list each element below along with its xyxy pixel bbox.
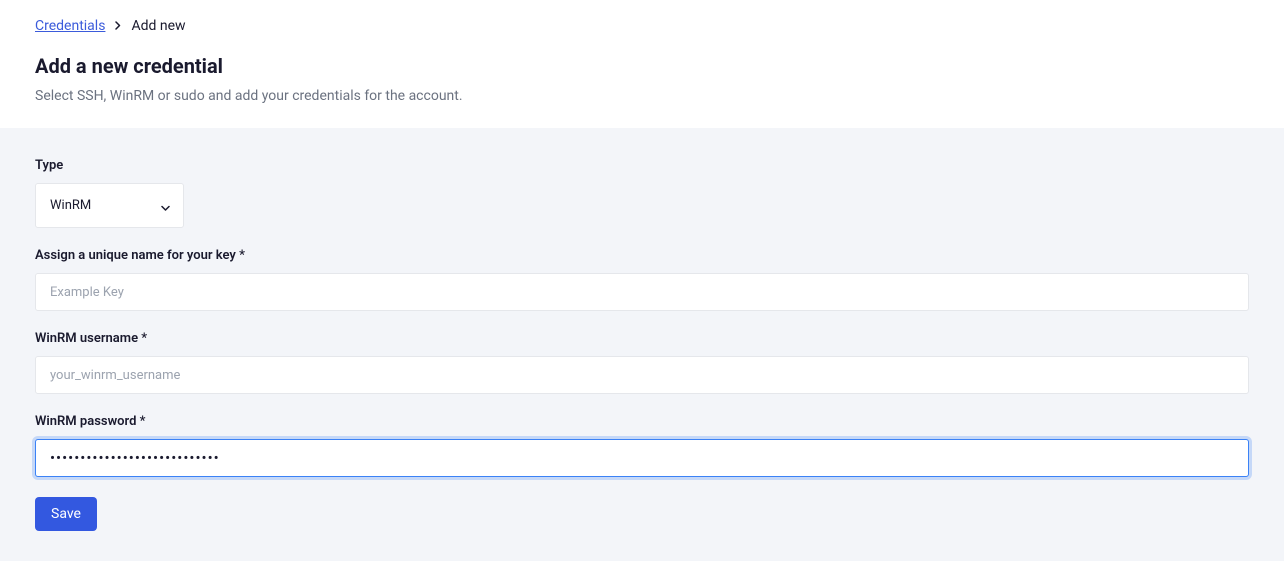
type-select-wrapper: WinRM — [35, 183, 184, 228]
page-title: Add a new credential — [35, 54, 1249, 78]
password-input[interactable] — [35, 439, 1249, 477]
username-group: WinRM username * — [35, 331, 1249, 394]
name-label: Assign a unique name for your key * — [35, 248, 1249, 263]
password-label: WinRM password * — [35, 414, 1249, 429]
name-group: Assign a unique name for your key * — [35, 248, 1249, 311]
breadcrumb-current: Add new — [131, 18, 185, 34]
username-label: WinRM username * — [35, 331, 1249, 346]
chevron-right-icon — [115, 21, 121, 32]
save-button[interactable]: Save — [35, 497, 97, 531]
type-label: Type — [35, 158, 1249, 173]
credential-form: Type WinRM Assign a unique name for your… — [0, 128, 1284, 561]
username-input[interactable] — [35, 356, 1249, 394]
name-input[interactable] — [35, 273, 1249, 311]
page-header: Credentials Add new Add a new credential… — [0, 0, 1284, 128]
breadcrumb-link-credentials[interactable]: Credentials — [35, 18, 105, 34]
type-group: Type WinRM — [35, 158, 1249, 228]
password-group: WinRM password * — [35, 414, 1249, 477]
page-subtitle: Select SSH, WinRM or sudo and add your c… — [35, 88, 1249, 104]
type-select[interactable]: WinRM — [35, 183, 184, 228]
breadcrumb: Credentials Add new — [35, 18, 1249, 34]
